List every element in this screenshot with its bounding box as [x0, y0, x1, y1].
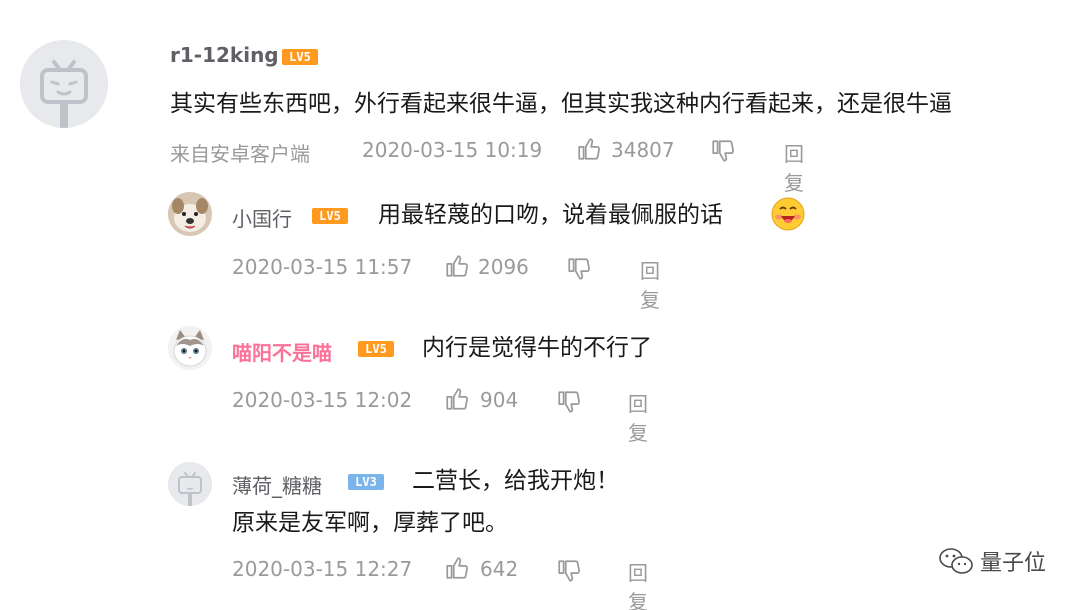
comment-text: 其实有些东西吧，外行看起来很牛逼，但其实我这种内行看起来，还是很牛逼	[170, 91, 952, 117]
cat-avatar-icon	[168, 326, 212, 370]
thumbs-down-icon[interactable]	[556, 389, 582, 415]
thumbs-up-icon[interactable]	[576, 136, 602, 162]
thumbs-down-icon[interactable]	[566, 256, 592, 282]
username[interactable]: r1-12king	[170, 43, 279, 67]
avatar[interactable]	[168, 462, 212, 506]
thumbs-up-icon[interactable]	[444, 253, 470, 279]
comment-text-line-1: 二营长，给我开炮！	[412, 468, 619, 494]
avatar[interactable]	[20, 40, 108, 128]
watermark: 量子位	[938, 545, 1046, 577]
username[interactable]: 薄荷_糖糖	[232, 470, 322, 499]
thumbs-down-icon[interactable]	[556, 558, 582, 584]
thumbs-up-icon[interactable]	[444, 386, 470, 412]
thumbs-up-icon[interactable]	[444, 555, 470, 581]
username[interactable]: 小国行	[232, 203, 292, 232]
comment-text: 用最轻蔑的口吻，说着最佩服的话	[378, 202, 723, 228]
comment-text: 内行是觉得牛的不行了	[422, 335, 652, 361]
username[interactable]: 喵阳不是喵	[232, 337, 332, 366]
level-badge: LV5	[312, 208, 348, 224]
like-count: 904	[480, 388, 519, 412]
reply-button[interactable]: 回复	[628, 557, 648, 610]
default-avatar-icon	[168, 462, 212, 506]
wechat-icon	[938, 546, 974, 576]
thumbs-down-icon[interactable]	[710, 138, 736, 164]
level-badge: LV5	[358, 341, 394, 357]
reply-button[interactable]: 回复	[640, 255, 660, 313]
reply-button[interactable]: 回复	[784, 138, 804, 196]
avatar[interactable]	[168, 192, 212, 236]
watermark-text: 量子位	[979, 551, 1046, 576]
reply-button[interactable]: 回复	[628, 388, 648, 446]
level-badge: LV3	[348, 474, 384, 490]
dog-avatar-icon	[168, 192, 212, 236]
avatar[interactable]	[168, 326, 212, 370]
comment-source: 来自安卓客户端	[170, 142, 310, 166]
comment-time: 2020-03-15 11:57	[232, 255, 413, 279]
like-count: 642	[480, 557, 519, 581]
level-badge: LV5	[282, 49, 318, 65]
like-count: 34807	[611, 138, 675, 162]
default-avatar-icon	[20, 40, 108, 128]
comment-time: 2020-03-15 12:27	[232, 557, 413, 581]
like-count: 2096	[478, 255, 529, 279]
comment-time: 2020-03-15 12:02	[232, 388, 413, 412]
grinning-face-emoji	[770, 196, 806, 232]
comment-text-line-2: 原来是友军啊，厚葬了吧。	[232, 510, 508, 536]
comment-time: 2020-03-15 10:19	[362, 138, 543, 162]
